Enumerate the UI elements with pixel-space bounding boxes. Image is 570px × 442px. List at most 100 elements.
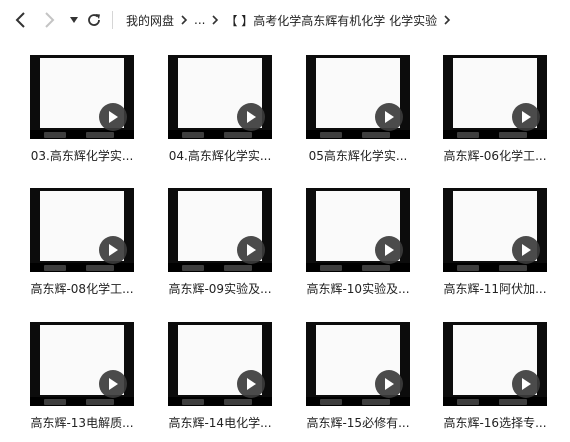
play-button[interactable] — [237, 370, 265, 398]
play-button[interactable] — [237, 103, 265, 131]
back-button[interactable] — [10, 8, 30, 32]
watermark-mark — [182, 265, 204, 271]
play-button[interactable] — [512, 236, 540, 264]
video-tile[interactable]: 03.高东辉化学实... — [30, 55, 134, 163]
watermark-strip — [30, 130, 134, 139]
play-icon — [385, 378, 394, 390]
video-title[interactable]: 高东辉-13电解质... — [30, 414, 134, 431]
breadcrumb-ellipsis[interactable]: ... — [194, 13, 205, 27]
history-dropdown-button[interactable] — [64, 8, 84, 32]
watermark-mark — [362, 399, 390, 405]
refresh-button[interactable] — [84, 8, 104, 32]
chevron-right-icon — [45, 12, 55, 28]
video-title[interactable]: 高东辉-14电化学... — [168, 414, 272, 431]
watermark-mark — [182, 132, 204, 138]
watermark-mark — [224, 132, 252, 138]
video-tile[interactable]: 高东辉-15必修有... — [306, 322, 410, 430]
video-title[interactable]: 高东辉-11阿伏加... — [443, 280, 547, 297]
video-thumbnail[interactable] — [30, 322, 134, 406]
play-button[interactable] — [512, 370, 540, 398]
play-button[interactable] — [512, 103, 540, 131]
watermark-mark — [44, 265, 66, 271]
play-icon — [247, 244, 256, 256]
video-tile[interactable]: 高东辉-08化学工... — [30, 188, 134, 296]
play-button[interactable] — [375, 103, 403, 131]
breadcrumb-current[interactable]: 【 】高考化学高东辉有机化学 化学实验 — [225, 12, 437, 29]
video-title[interactable]: 03.高东辉化学实... — [30, 147, 134, 164]
video-thumbnail[interactable] — [30, 188, 134, 272]
watermark-strip — [443, 130, 547, 139]
watermark-mark — [499, 399, 527, 405]
watermark-mark — [224, 399, 252, 405]
watermark-strip — [30, 263, 134, 272]
watermark-mark — [362, 265, 390, 271]
watermark-mark — [224, 265, 252, 271]
watermark-mark — [44, 132, 66, 138]
play-button[interactable] — [375, 370, 403, 398]
play-icon — [385, 111, 394, 123]
video-title[interactable]: 高东辉-16选择专... — [443, 414, 547, 431]
video-tile[interactable]: 高东辉-06化学工... — [443, 55, 547, 163]
play-icon — [247, 111, 256, 123]
video-thumbnail[interactable] — [168, 188, 272, 272]
video-tile[interactable]: 高东辉-16选择专... — [443, 322, 547, 430]
play-button[interactable] — [99, 370, 127, 398]
video-thumbnail[interactable] — [168, 55, 272, 139]
watermark-mark — [499, 132, 527, 138]
play-button[interactable] — [99, 103, 127, 131]
watermark-mark — [86, 265, 114, 271]
video-tile[interactable]: 04.高东辉化学实... — [168, 55, 272, 163]
play-button[interactable] — [99, 236, 127, 264]
chevron-right-icon — [180, 14, 188, 26]
watermark-strip — [168, 263, 272, 272]
video-thumbnail[interactable] — [443, 55, 547, 139]
video-title[interactable]: 高东辉-08化学工... — [30, 280, 134, 297]
video-thumbnail[interactable] — [443, 188, 547, 272]
watermark-mark — [86, 132, 114, 138]
video-title[interactable]: 高东辉-10实验及... — [306, 280, 410, 297]
video-tile[interactable]: 高东辉-10实验及... — [306, 188, 410, 296]
watermark-strip — [306, 130, 410, 139]
breadcrumb-root[interactable]: 我的网盘 — [126, 12, 174, 29]
watermark-strip — [443, 397, 547, 406]
video-thumbnail[interactable] — [306, 55, 410, 139]
forward-button[interactable] — [40, 8, 60, 32]
nav-divider — [112, 11, 113, 29]
chevron-left-icon — [15, 12, 25, 28]
watermark-mark — [457, 265, 479, 271]
watermark-mark — [499, 265, 527, 271]
breadcrumb: 我的网盘 ... 【 】高考化学高东辉有机化学 化学实验 — [126, 9, 451, 31]
watermark-strip — [443, 263, 547, 272]
caret-down-icon — [70, 17, 78, 23]
play-icon — [385, 244, 394, 256]
watermark-mark — [182, 399, 204, 405]
video-title[interactable]: 05高东辉化学实... — [306, 147, 410, 164]
video-tile[interactable]: 高东辉-13电解质... — [30, 322, 134, 430]
play-icon — [247, 378, 256, 390]
video-thumbnail[interactable] — [168, 322, 272, 406]
video-tile[interactable]: 高东辉-09实验及... — [168, 188, 272, 296]
video-title[interactable]: 高东辉-06化学工... — [443, 147, 547, 164]
navigation-bar: 我的网盘 ... 【 】高考化学高东辉有机化学 化学实验 — [0, 0, 570, 40]
video-tile[interactable]: 高东辉-14电化学... — [168, 322, 272, 430]
watermark-mark — [320, 265, 342, 271]
watermark-strip — [30, 397, 134, 406]
play-icon — [109, 244, 118, 256]
watermark-mark — [86, 399, 114, 405]
watermark-mark — [320, 132, 342, 138]
video-title[interactable]: 高东辉-15必修有... — [306, 414, 410, 431]
play-button[interactable] — [375, 236, 403, 264]
video-thumbnail[interactable] — [30, 55, 134, 139]
play-button[interactable] — [237, 236, 265, 264]
video-title[interactable]: 04.高东辉化学实... — [168, 147, 272, 164]
video-tile[interactable]: 05高东辉化学实... — [306, 55, 410, 163]
video-title[interactable]: 高东辉-09实验及... — [168, 280, 272, 297]
watermark-mark — [320, 399, 342, 405]
watermark-strip — [306, 397, 410, 406]
play-icon — [109, 378, 118, 390]
video-thumbnail[interactable] — [306, 322, 410, 406]
video-tile[interactable]: 高东辉-11阿伏加... — [443, 188, 547, 296]
video-thumbnail[interactable] — [443, 322, 547, 406]
watermark-strip — [168, 397, 272, 406]
video-thumbnail[interactable] — [306, 188, 410, 272]
